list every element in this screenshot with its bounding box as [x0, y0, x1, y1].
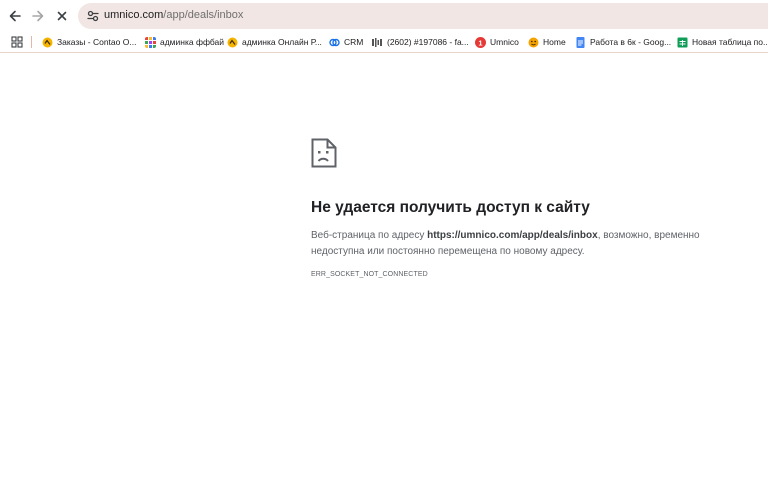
bookmark-label: Umnico: [490, 37, 519, 47]
tune-icon[interactable]: [86, 9, 100, 23]
address-bar[interactable]: umnico.com/app/deals/inbox: [78, 3, 768, 29]
bookmark-label: (2602) #197086 - fa...: [387, 37, 469, 47]
arrow-right-icon: [32, 10, 44, 22]
bookmark-label: Заказы - Contao O...: [57, 37, 137, 47]
forward-button[interactable]: [28, 6, 48, 26]
google-sheets-icon: [677, 37, 688, 47]
contao-icon: [227, 37, 238, 47]
umnico-icon: 1: [475, 36, 486, 48]
close-icon: [57, 11, 67, 21]
bookmark-label: Новая таблица по...: [692, 37, 768, 47]
error-title: Не удается получить доступ к сайту: [311, 199, 590, 216]
bookmark-item[interactable]: Заказы - Contao O...: [42, 35, 136, 49]
bookmark-label: админка Онлайн Р...: [242, 37, 322, 47]
apps-grid-icon[interactable]: [11, 36, 23, 48]
url-text[interactable]: umnico.com/app/deals/inbox: [104, 9, 243, 21]
error-message-url: https://umnico.com/app/deals/inbox: [427, 230, 598, 241]
bookmark-label: Home: [543, 37, 566, 47]
stop-button[interactable]: [52, 6, 72, 26]
url-path: /app/deals/inbox: [163, 9, 244, 21]
error-message-prefix: Веб-страница по адресу: [311, 230, 428, 241]
home-emoji-icon: [528, 37, 539, 47]
browser-toolbar: umnico.com/app/deals/inbox: [0, 0, 768, 32]
bookmark-item[interactable]: админка Онлайн Р...: [227, 35, 322, 49]
bookmark-item[interactable]: (2602) #197086 - fa...: [372, 35, 469, 49]
bookmarks-separator: [31, 36, 32, 48]
umnico-badge: 1: [478, 38, 482, 47]
google-docs-icon: [576, 36, 585, 48]
bookmark-item[interactable]: админка ффбай: [145, 35, 224, 49]
bookmark-label: Работа в 6к - Goog...: [590, 37, 672, 47]
zendesk-icon: [372, 37, 382, 47]
back-button[interactable]: [5, 6, 25, 26]
bookmark-item[interactable]: 1 Umnico: [475, 35, 519, 49]
error-message: Веб-страница по адресу https://umnico.co…: [311, 228, 721, 260]
contao-icon: [42, 37, 53, 47]
colorful-grid-icon: [145, 36, 156, 48]
bookmark-label: CRM: [344, 37, 364, 47]
bookmark-label: админка ффбай: [160, 37, 225, 47]
bookmark-item[interactable]: Работа в 6к - Goog...: [575, 35, 671, 49]
crm-icon: [329, 38, 340, 46]
bookmark-item[interactable]: Home: [528, 35, 566, 49]
sad-page-icon: [311, 138, 337, 168]
url-domain: umnico.com: [104, 9, 164, 21]
error-code: ERR_SOCKET_NOT_CONNECTED: [311, 271, 428, 278]
error-panel: Не удается получить доступ к сайту Веб-с…: [311, 138, 721, 278]
toolbar-divider: [0, 52, 768, 53]
arrow-left-icon: [9, 10, 21, 22]
bookmark-item[interactable]: CRM: [329, 35, 363, 49]
bookmark-item[interactable]: Новая таблица по...: [677, 35, 768, 49]
bookmarks-bar: Заказы - Contao O... админка ффбай админ…: [0, 32, 768, 52]
